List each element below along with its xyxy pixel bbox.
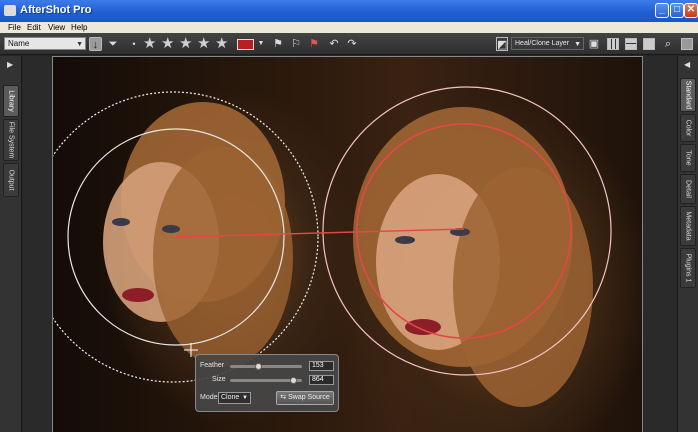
size-slider-thumb[interactable] <box>290 377 297 384</box>
eye-left-1 <box>112 218 130 226</box>
swap-icon: ⇆ <box>280 394 287 401</box>
filmstrip-view-icon[interactable] <box>625 38 637 50</box>
chevron-down-icon: ▼ <box>574 41 581 48</box>
rating-star-3-icon[interactable]: ★ <box>179 35 192 52</box>
title-bar: AfterShot Pro _ □ ✕ <box>0 0 698 22</box>
maximize-button[interactable]: □ <box>670 3 684 18</box>
hair-right-side <box>453 167 593 407</box>
color-label-swatch[interactable] <box>237 39 254 50</box>
feather-value-input[interactable]: 153 <box>309 361 334 371</box>
feather-slider[interactable] <box>230 365 302 368</box>
collapse-left-icon[interactable]: ▶ <box>7 60 13 69</box>
rating-star-2-icon[interactable]: ★ <box>161 35 174 52</box>
heal-clone-tool-icon[interactable]: ◩ <box>496 37 508 51</box>
swap-source-button[interactable]: ⇆ Swap Source <box>276 391 334 405</box>
menu-bar: File Edit View Help <box>0 22 698 33</box>
tab-standard[interactable]: Standard <box>680 78 696 112</box>
photo-preview[interactable] <box>52 56 643 432</box>
menu-help[interactable]: Help <box>71 22 87 33</box>
single-view-icon[interactable] <box>643 38 655 50</box>
mode-select-value: Clone <box>221 394 240 401</box>
color-label-chevron-down-icon[interactable]: ▼ <box>257 37 265 51</box>
preview-monitor-icon[interactable]: ▣ <box>588 37 600 51</box>
lips-right <box>405 319 441 335</box>
menu-edit[interactable]: Edit <box>27 22 41 33</box>
tab-library[interactable]: Library <box>3 85 19 117</box>
layer-select[interactable]: Heal/Clone Layer ▼ <box>511 37 584 50</box>
rating-star-1-icon[interactable]: ★ <box>143 35 156 52</box>
minimize-button[interactable]: _ <box>655 3 669 18</box>
rating-star-4-icon[interactable]: ★ <box>197 35 210 52</box>
unpick-flag-icon[interactable]: ⚐ <box>289 37 303 51</box>
size-value-input[interactable]: 864 <box>309 375 334 385</box>
pick-flag-icon[interactable]: ⚑ <box>271 37 285 51</box>
sort-select-value: Name <box>8 39 30 48</box>
feather-slider-thumb[interactable] <box>255 363 262 370</box>
tab-output[interactable]: Output <box>3 163 19 197</box>
window-title: AfterShot Pro <box>20 4 92 16</box>
thumbnail-grid-icon[interactable] <box>607 38 619 50</box>
lips-left <box>122 288 154 302</box>
menu-view[interactable]: View <box>48 22 65 33</box>
mode-label: Mode <box>200 394 218 401</box>
no-rating-dot-icon[interactable]: • <box>130 37 138 51</box>
chevron-down-icon: ▼ <box>76 41 83 48</box>
mode-select[interactable]: Clone ▼ <box>218 392 251 404</box>
right-panel: ◀ Standard Color Tone Detail Metadata Pl… <box>677 56 698 432</box>
feather-label: Feather <box>200 362 225 369</box>
eye-left-2 <box>162 225 180 233</box>
photo-overlay <box>53 86 612 407</box>
left-panel: ▶ Library File System Output <box>0 56 22 432</box>
app-window: AfterShot Pro _ □ ✕ File Edit View Help … <box>0 0 698 432</box>
sort-select[interactable]: Name ▼ <box>4 37 86 50</box>
tab-file-system[interactable]: File System <box>3 119 19 161</box>
main-toolbar: Name ▼ ↓ ⏷ • ★ ★ ★ ★ ★ ▼ ⚑ ⚐ ⚑ ↶ ↷ ◩ Hea… <box>0 33 698 55</box>
rotate-right-icon[interactable]: ↷ <box>345 37 359 51</box>
swap-source-label: Swap Source <box>288 394 330 401</box>
close-button[interactable]: ✕ <box>684 3 698 18</box>
tab-tone[interactable]: Tone <box>680 144 696 172</box>
collapse-right-icon[interactable]: ◀ <box>684 60 690 69</box>
heal-clone-palette: Feather 153 Size 864 Mode Clone ▼ ⇆ Swap… <box>195 354 339 412</box>
tab-color[interactable]: Color <box>680 114 696 142</box>
reject-flag-icon[interactable]: ⚑ <box>307 37 321 51</box>
rating-star-5-icon[interactable]: ★ <box>215 35 228 52</box>
tab-metadata[interactable]: Metadata <box>680 206 696 246</box>
filter-icon[interactable]: ⏷ <box>106 37 120 51</box>
chevron-down-icon: ▼ <box>242 395 248 401</box>
app-camera-icon <box>4 5 16 16</box>
fullscreen-icon[interactable] <box>681 38 693 50</box>
size-label: Size <box>212 376 226 383</box>
layer-select-value: Heal/Clone Layer <box>515 40 570 47</box>
zoom-icon[interactable]: ⌕ <box>662 37 674 51</box>
menu-file[interactable]: File <box>8 22 21 33</box>
sort-direction-button[interactable]: ↓ <box>89 37 102 51</box>
eye-right-1 <box>395 236 415 244</box>
tab-plugins-1[interactable]: Plugins 1 <box>680 248 696 288</box>
tab-detail[interactable]: Detail <box>680 174 696 204</box>
rotate-left-icon[interactable]: ↶ <box>327 37 341 51</box>
